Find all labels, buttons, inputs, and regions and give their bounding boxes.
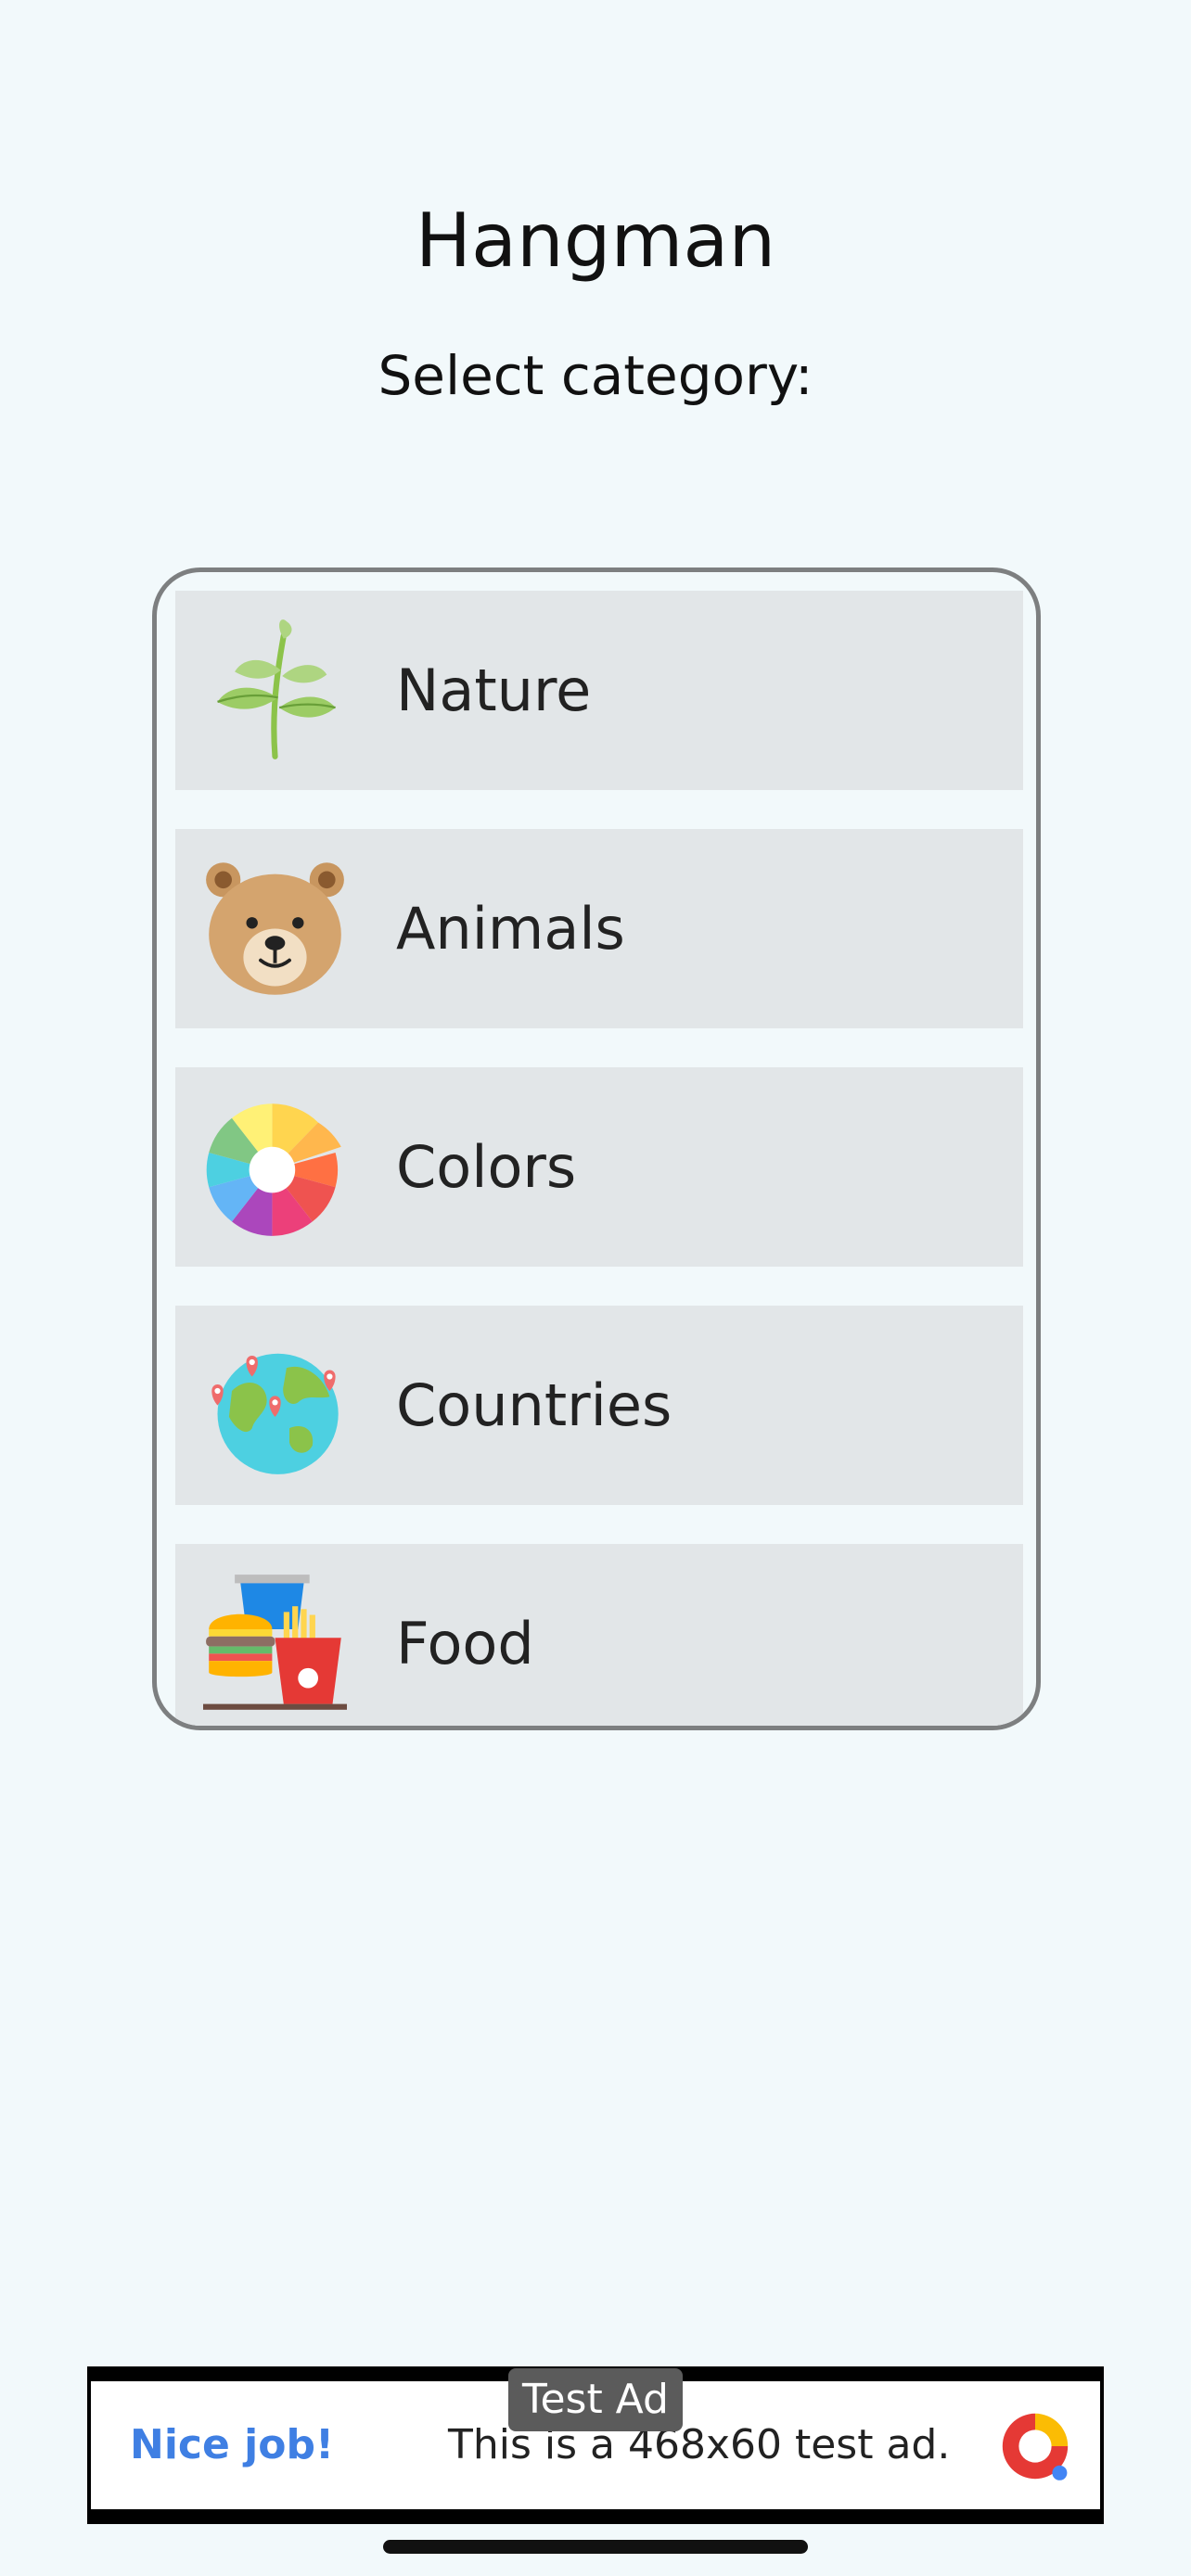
home-indicator[interactable] [383,2540,808,2554]
ad-cta-link[interactable]: Nice job! [130,2381,334,2509]
category-item-nature[interactable]: Nature [175,591,1023,790]
bear-face-icon [206,862,344,995]
color-wheel-icon [206,1103,341,1236]
globe-pins-icon [211,1353,339,1474]
category-label-nature: Nature [396,657,592,724]
category-prompt: Select category: [378,344,813,407]
category-label-colors: Colors [396,1133,577,1201]
plant-sprout-icon [217,619,336,759]
category-label-food: Food [396,1610,534,1677]
burger-fries-drink-icon [203,1575,347,1710]
category-item-colors[interactable]: Colors [175,1067,1023,1267]
page-title: Hangman [415,198,776,284]
category-item-food[interactable]: Food [175,1544,1023,1726]
ad-logo-icon [1002,2413,1069,2480]
category-item-animals[interactable]: Animals [175,829,1023,1028]
category-item-countries[interactable]: Countries [175,1306,1023,1505]
category-list-panel[interactable]: Nature Animals Colors Countries Food [152,567,1041,1730]
test-ad-label: Test Ad [508,2368,683,2431]
category-label-animals: Animals [396,895,625,963]
category-label-countries: Countries [396,1371,672,1439]
